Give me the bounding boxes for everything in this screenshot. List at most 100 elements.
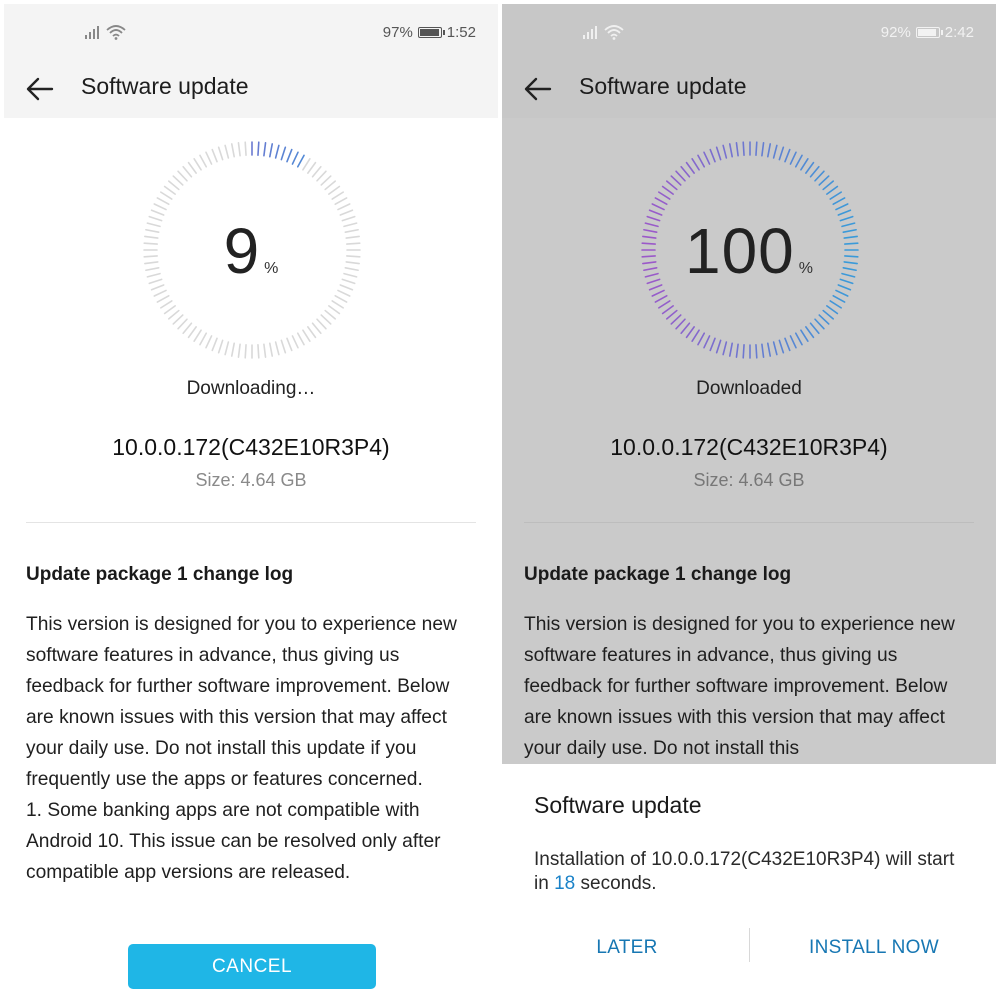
- progress-tick: [658, 300, 671, 309]
- battery-percent: 92%: [880, 24, 911, 41]
- back-arrow-icon[interactable]: [24, 74, 56, 104]
- progress-tick: [822, 309, 835, 320]
- progress-tick: [805, 326, 815, 339]
- progress-tick: [709, 337, 716, 352]
- progress-tick: [187, 161, 197, 174]
- progress-tick: [685, 326, 695, 339]
- progress-tick: [778, 339, 785, 354]
- progress-tick: [211, 337, 218, 352]
- progress-tick: [177, 170, 188, 182]
- left-phone-screen: 97% 1:52 Software update 9% Downloading……: [4, 4, 498, 1000]
- progress-percent: 9%: [4, 214, 498, 288]
- signal-icon: [85, 26, 99, 39]
- progress-tick: [829, 300, 842, 309]
- progress-tick: [805, 161, 815, 174]
- progress-tick: [177, 318, 188, 330]
- progress-tick: [755, 141, 758, 156]
- progress-tick: [651, 203, 665, 211]
- progress-tick: [316, 318, 327, 330]
- package-size: Size: 4.64 GB: [693, 470, 805, 490]
- progress-tick: [269, 143, 274, 158]
- progress-tick: [809, 322, 820, 335]
- progress-tick: [172, 314, 184, 325]
- progress-tick: [224, 341, 230, 356]
- progress-tick: [691, 158, 700, 171]
- progress-tick: [789, 151, 797, 165]
- progress-tick: [800, 329, 809, 342]
- progress-tick: [670, 314, 682, 325]
- progress-tick: [153, 289, 167, 297]
- progress-tick: [320, 175, 332, 186]
- progress-tick: [193, 158, 202, 171]
- progress-tick: [835, 203, 849, 211]
- progress-tick: [311, 322, 322, 335]
- back-arrow-icon[interactable]: [522, 74, 554, 104]
- progress-tick: [337, 289, 351, 297]
- progress-tick: [661, 185, 674, 195]
- progress-tick: [257, 141, 260, 156]
- progress-tick: [160, 300, 173, 309]
- progress-tick: [761, 142, 765, 157]
- progress-tick: [302, 158, 311, 171]
- progress-tick: [697, 332, 706, 346]
- progress-tick: [217, 339, 224, 354]
- progress-percent: 100%: [502, 214, 996, 288]
- progress-tick: [307, 161, 317, 174]
- install-now-button[interactable]: INSTALL NOW: [752, 930, 996, 966]
- progress-tick: [244, 141, 247, 156]
- progress-tick: [331, 300, 344, 309]
- progress-tick: [156, 294, 170, 303]
- progress-tick: [337, 203, 351, 211]
- cancel-button[interactable]: CANCEL: [128, 944, 376, 989]
- progress-tick: [814, 170, 825, 182]
- clock: 2:42: [944, 24, 974, 41]
- progress-tick: [722, 144, 728, 159]
- wifi-icon: [604, 25, 624, 40]
- changelog-title: Update package 1 change log: [524, 564, 792, 585]
- progress-tick: [334, 294, 348, 303]
- progress-tick: [211, 148, 218, 163]
- page-title: Software update: [81, 73, 249, 99]
- progress-tick: [829, 191, 842, 200]
- divider: [524, 522, 974, 523]
- signal-icon: [583, 26, 597, 39]
- progress-tick: [334, 197, 348, 206]
- progress-tick: [257, 344, 260, 359]
- progress-tick: [237, 142, 241, 157]
- progress-tick: [291, 151, 299, 165]
- progress-tick: [715, 339, 722, 354]
- progress-tick: [735, 343, 739, 358]
- changelog-text[interactable]: This version is designed for you to expe…: [26, 609, 481, 899]
- progress-tick: [818, 314, 830, 325]
- progress-tick: [163, 185, 176, 195]
- progress-tick: [172, 175, 184, 186]
- progress-tick: [794, 154, 803, 168]
- dialog-message-suffix: seconds.: [575, 873, 657, 894]
- dialog-title: Software update: [534, 792, 702, 818]
- progress-tick: [703, 335, 711, 349]
- progress-tick: [654, 294, 668, 303]
- progress-tick: [286, 337, 293, 352]
- progress-tick: [199, 332, 208, 346]
- button-separator: [749, 928, 750, 962]
- page-title: Software update: [579, 73, 747, 99]
- progress-tick: [728, 342, 733, 357]
- progress-tick: [263, 343, 267, 358]
- progress-tick: [230, 342, 235, 357]
- progress-tick: [680, 322, 691, 335]
- progress-tick: [291, 335, 299, 349]
- progress-tick: [772, 144, 778, 159]
- app-bar: Software update: [4, 60, 498, 118]
- progress-tick: [237, 343, 241, 358]
- progress-tick: [182, 322, 193, 335]
- progress-tick: [328, 185, 341, 195]
- progress-tick: [680, 165, 691, 178]
- progress-tick: [199, 154, 208, 168]
- progress-tick: [160, 191, 173, 200]
- later-button[interactable]: LATER: [502, 930, 752, 966]
- wifi-icon: [106, 25, 126, 40]
- battery-percent: 97%: [382, 24, 413, 41]
- install-countdown-dialog: Software update Installation of 10.0.0.1…: [502, 764, 996, 1000]
- progress-tick: [156, 197, 170, 206]
- progress-tick: [230, 143, 235, 158]
